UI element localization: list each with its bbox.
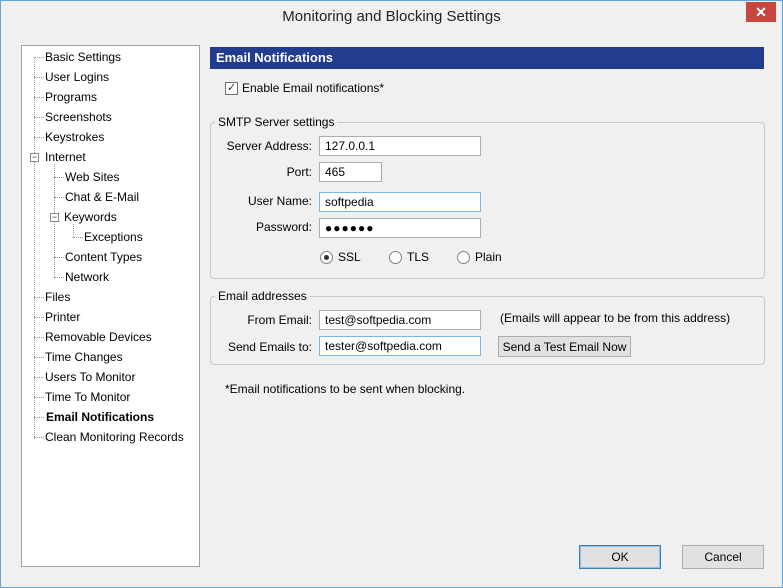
tree-item-screenshots[interactable]: Screenshots [43, 109, 114, 125]
tree-item-web-sites[interactable]: Web Sites [63, 169, 121, 185]
close-button[interactable]: ✕ [746, 2, 776, 22]
tree-item-printer[interactable]: Printer [43, 309, 82, 325]
tree-item-time-changes[interactable]: Time Changes [43, 349, 125, 365]
ssl-label: SSL [338, 250, 361, 264]
from-email-label: From Email: [247, 313, 312, 327]
tls-radio[interactable]: TLS [389, 249, 429, 265]
server-address-input[interactable] [319, 136, 481, 156]
ssl-radio[interactable]: SSL [320, 249, 361, 265]
email-group-title: Email addresses [215, 289, 310, 303]
title-bar: Monitoring and Blocking Settings ✕ [1, 1, 782, 32]
radio-button[interactable] [320, 250, 333, 264]
email-addresses-group [210, 296, 765, 365]
tree-connector [34, 57, 35, 439]
tree-item-files[interactable]: Files [43, 289, 72, 305]
port-label: Port: [286, 165, 312, 179]
settings-tree[interactable]: − − Basic Settings User Logins Programs … [21, 45, 200, 567]
tree-item-internet[interactable]: Internet [43, 149, 88, 165]
tree-item-chat-email[interactable]: Chat & E-Mail [63, 189, 141, 205]
password-input[interactable] [319, 218, 481, 238]
enable-email-notifications-label: Enable Email notifications* [242, 81, 385, 95]
cancel-button[interactable]: Cancel [682, 545, 764, 569]
checkmark-icon: ✓ [226, 81, 237, 94]
ok-button[interactable]: OK [579, 545, 661, 569]
plain-label: Plain [475, 250, 502, 264]
tree-item-keystrokes[interactable]: Keystrokes [43, 129, 106, 145]
send-emails-to-input[interactable] [319, 336, 481, 356]
tree-item-user-logins[interactable]: User Logins [43, 69, 111, 85]
port-input[interactable] [319, 162, 382, 182]
tls-label: TLS [407, 250, 430, 264]
tree-item-email-notifications[interactable]: Email Notifications [44, 409, 156, 425]
tree-item-keywords[interactable]: Keywords [62, 209, 119, 225]
from-email-hint: (Emails will appear to be from this addr… [500, 311, 731, 325]
tree-item-removable-devices[interactable]: Removable Devices [43, 329, 154, 345]
tree-item-programs[interactable]: Programs [43, 89, 99, 105]
tree-connector [73, 224, 74, 237]
send-emails-to-label: Send Emails to: [227, 340, 312, 354]
username-input[interactable] [319, 192, 481, 212]
from-email-input[interactable] [319, 310, 481, 330]
tree-connector [34, 417, 44, 418]
collapse-internet-icon[interactable]: − [30, 153, 39, 162]
settings-window: Monitoring and Blocking Settings ✕ − − B… [0, 0, 783, 588]
checkbox-box[interactable]: ✓ [225, 81, 238, 95]
tree-item-time-to-monitor[interactable]: Time To Monitor [43, 389, 132, 405]
enable-email-notifications-checkbox[interactable]: ✓ Enable Email notifications* [225, 80, 384, 96]
send-test-email-button[interactable]: Send a Test Email Now [498, 336, 631, 357]
tree-item-network[interactable]: Network [63, 269, 111, 285]
tree-item-content-types[interactable]: Content Types [63, 249, 144, 265]
collapse-keywords-icon[interactable]: − [50, 213, 59, 222]
window-title: Monitoring and Blocking Settings [282, 8, 501, 25]
plain-radio[interactable]: Plain [457, 249, 502, 265]
username-label: User Name: [247, 194, 312, 208]
close-icon: ✕ [755, 4, 767, 20]
footnote: *Email notifications to be sent when blo… [225, 382, 466, 396]
section-header: Email Notifications [210, 47, 764, 69]
tree-item-exceptions[interactable]: Exceptions [82, 229, 145, 245]
server-address-label: Server Address: [226, 139, 312, 153]
password-label: Password: [255, 220, 312, 234]
radio-button[interactable] [389, 250, 402, 264]
tree-item-clean-monitoring-records[interactable]: Clean Monitoring Records [43, 429, 186, 445]
smtp-group-title: SMTP Server settings [215, 115, 338, 129]
tree-item-basic-settings[interactable]: Basic Settings [43, 49, 123, 65]
tree-item-users-to-monitor[interactable]: Users To Monitor [43, 369, 137, 385]
radio-button[interactable] [457, 250, 470, 264]
